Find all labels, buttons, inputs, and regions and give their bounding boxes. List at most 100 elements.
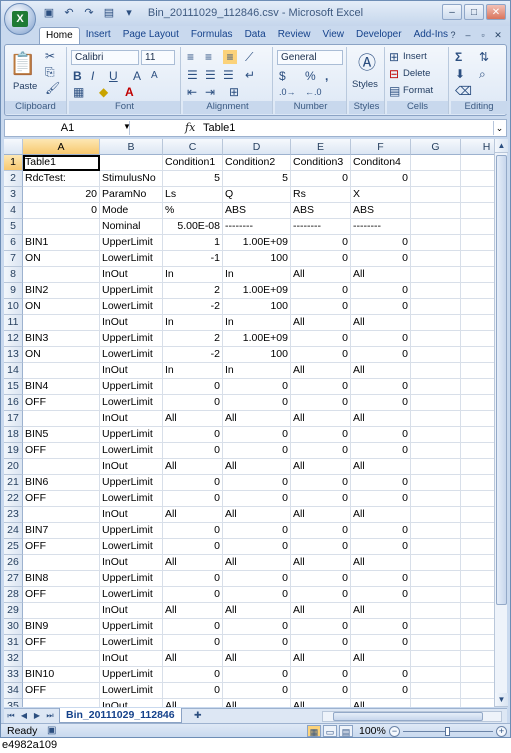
cell-a7[interactable]: ON	[23, 251, 100, 267]
cell-e35[interactable]: All	[291, 699, 351, 707]
scroll-up-icon[interactable]: ▲	[495, 139, 508, 153]
cell-h7[interactable]	[461, 251, 494, 267]
cell-b4[interactable]: Mode	[100, 203, 163, 219]
cell-b5[interactable]: Nominal	[100, 219, 163, 235]
align-bottom-icon[interactable]: ≡	[223, 50, 237, 64]
cell-g15[interactable]	[411, 379, 461, 395]
cell-g18[interactable]	[411, 427, 461, 443]
row-header[interactable]: 21	[4, 475, 23, 491]
tab-insert[interactable]: Insert	[80, 27, 117, 44]
cell-a35[interactable]	[23, 699, 100, 707]
cell-h4[interactable]	[461, 203, 494, 219]
cell-b15[interactable]: UpperLimit	[100, 379, 163, 395]
cell-a34[interactable]: OFF	[23, 683, 100, 699]
row-header[interactable]: 20	[4, 459, 23, 475]
cell-e9[interactable]: 0	[291, 283, 351, 299]
cell-f12[interactable]: 0	[351, 331, 411, 347]
cell-h13[interactable]	[461, 347, 494, 363]
row-header[interactable]: 17	[4, 411, 23, 427]
cell-f3[interactable]: X	[351, 187, 411, 203]
cell-g28[interactable]	[411, 587, 461, 603]
cell-h3[interactable]	[461, 187, 494, 203]
cell-b21[interactable]: UpperLimit	[100, 475, 163, 491]
cell-e22[interactable]: 0	[291, 491, 351, 507]
shrink-font-icon[interactable]: A	[151, 69, 158, 83]
cell-c20[interactable]: All	[163, 459, 223, 475]
cell-h24[interactable]	[461, 523, 494, 539]
cell-h21[interactable]	[461, 475, 494, 491]
cell-b33[interactable]: UpperLimit	[100, 667, 163, 683]
tab-formulas[interactable]: Formulas	[185, 27, 239, 44]
cell-f19[interactable]: 0	[351, 443, 411, 459]
cell-g6[interactable]	[411, 235, 461, 251]
increase-indent-icon[interactable]: ⇥	[205, 85, 215, 99]
tab-view[interactable]: View	[316, 27, 350, 44]
cell-e15[interactable]: 0	[291, 379, 351, 395]
row-header[interactable]: 2	[4, 171, 23, 187]
cell-d30[interactable]: 0	[223, 619, 291, 635]
cell-g19[interactable]	[411, 443, 461, 459]
tab-review[interactable]: Review	[272, 27, 317, 44]
cell-h6[interactable]	[461, 235, 494, 251]
cell-h11[interactable]	[461, 315, 494, 331]
merge-center-icon[interactable]: ⊞	[229, 85, 239, 99]
horizontal-scrollbar[interactable]	[322, 711, 502, 722]
cell-g29[interactable]	[411, 603, 461, 619]
cell-a13[interactable]: ON	[23, 347, 100, 363]
cell-f26[interactable]: All	[351, 555, 411, 571]
row-header[interactable]: 30	[4, 619, 23, 635]
cell-f27[interactable]: 0	[351, 571, 411, 587]
row-header[interactable]: 29	[4, 603, 23, 619]
cell-e11[interactable]: All	[291, 315, 351, 331]
cell-d33[interactable]: 0	[223, 667, 291, 683]
cell-b17[interactable]: InOut	[100, 411, 163, 427]
cell-e31[interactable]: 0	[291, 635, 351, 651]
borders-icon[interactable]: ▦	[73, 85, 84, 99]
cell-c4[interactable]: %	[163, 203, 223, 219]
cell-f4[interactable]: ABS	[351, 203, 411, 219]
cell-a22[interactable]: OFF	[23, 491, 100, 507]
cell-e17[interactable]: All	[291, 411, 351, 427]
format-cells-button[interactable]: Format	[403, 85, 433, 96]
cell-g25[interactable]	[411, 539, 461, 555]
cell-e29[interactable]: All	[291, 603, 351, 619]
cell-c12[interactable]: 2	[163, 331, 223, 347]
cell-d8[interactable]: In	[223, 267, 291, 283]
row-header[interactable]: 14	[4, 363, 23, 379]
cell-c8[interactable]: In	[163, 267, 223, 283]
cell-f5[interactable]: --------	[351, 219, 411, 235]
insert-cells-button[interactable]: Insert	[403, 51, 427, 62]
cell-f22[interactable]: 0	[351, 491, 411, 507]
cell-d9[interactable]: 1.00E+09	[223, 283, 291, 299]
normal-view-icon[interactable]: ▦	[307, 725, 321, 737]
increase-decimal-icon[interactable]: .0→	[279, 85, 296, 99]
cell-b25[interactable]: LowerLimit	[100, 539, 163, 555]
cell-b1[interactable]	[100, 155, 163, 171]
paste-icon[interactable]: 📋	[9, 51, 37, 77]
formula-input[interactable]: Table1	[203, 121, 235, 135]
vertical-scrollbar[interactable]: ▲ ▼	[494, 139, 508, 707]
cell-f14[interactable]: All	[351, 363, 411, 379]
cell-d6[interactable]: 1.00E+09	[223, 235, 291, 251]
row-header[interactable]: 13	[4, 347, 23, 363]
cell-f24[interactable]: 0	[351, 523, 411, 539]
delete-cells-button[interactable]: Delete	[403, 68, 430, 79]
horizontal-scroll-thumb[interactable]	[333, 712, 483, 721]
cell-b34[interactable]: LowerLimit	[100, 683, 163, 699]
align-right-icon[interactable]: ☰	[223, 68, 234, 82]
cell-h8[interactable]	[461, 267, 494, 283]
cell-d7[interactable]: 100	[223, 251, 291, 267]
cell-e23[interactable]: All	[291, 507, 351, 523]
cell-e1[interactable]: Condition3	[291, 155, 351, 171]
worksheet-grid[interactable]: ABCDEFGH 1 Table1 Condition1 Condition2 Cond…	[4, 139, 494, 707]
cell-g24[interactable]	[411, 523, 461, 539]
cell-b10[interactable]: LowerLimit	[100, 299, 163, 315]
cell-f23[interactable]: All	[351, 507, 411, 523]
row-header[interactable]: 4	[4, 203, 23, 219]
row-header[interactable]: 31	[4, 635, 23, 651]
cell-d25[interactable]: 0	[223, 539, 291, 555]
sheet-tab[interactable]: Bin_20111029_112846	[59, 708, 182, 723]
cell-e7[interactable]: 0	[291, 251, 351, 267]
cell-d17[interactable]: All	[223, 411, 291, 427]
cell-c26[interactable]: All	[163, 555, 223, 571]
